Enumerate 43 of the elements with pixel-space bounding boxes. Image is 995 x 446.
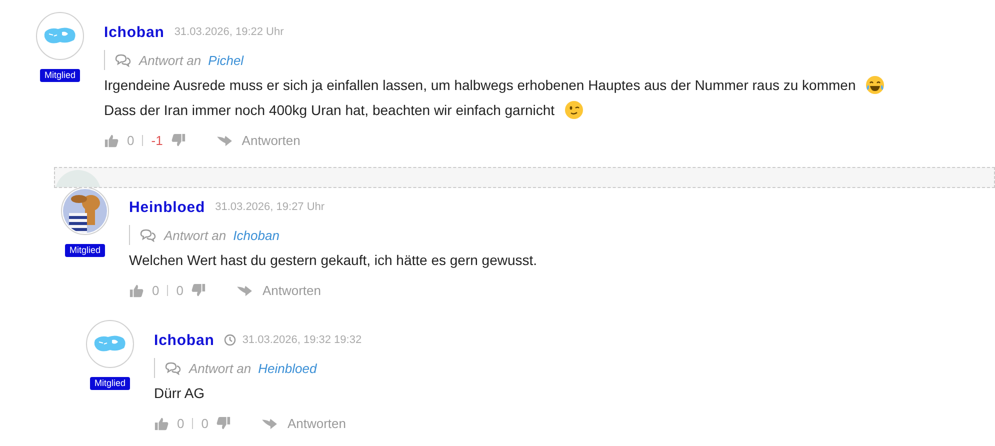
comment-text: Dürr AG bbox=[154, 384, 205, 400]
speech-bubbles-icon bbox=[164, 361, 182, 375]
reply-to-label: Antwort an bbox=[164, 228, 226, 242]
dislike-count: -1 bbox=[151, 132, 163, 148]
like-count: 0 bbox=[177, 416, 184, 430]
member-badge: Mitglied bbox=[40, 69, 80, 82]
reply-to-link[interactable]: Ichoban bbox=[233, 228, 280, 242]
comment-text: Irgendeine Ausrede muss er sich ja einfallen lassen, um halbwegs erhobenen Hauptes aus der Nummer raus zu kommen bbox=[104, 76, 856, 92]
reply-button[interactable]: Antworten bbox=[216, 132, 300, 148]
reply-to-label: Antwort an bbox=[139, 52, 202, 68]
reply-arrow-icon bbox=[216, 134, 233, 146]
member-badge: Mitglied bbox=[90, 377, 130, 390]
reply-to-link[interactable]: Heinbloed bbox=[258, 360, 317, 376]
author-link[interactable]: Ichoban bbox=[104, 24, 164, 40]
like-count: 0 bbox=[127, 132, 134, 148]
comment-time: 31.03.2026, 19:32 19:32 bbox=[242, 334, 362, 346]
reply-button[interactable]: Antworten bbox=[236, 282, 322, 298]
laughing-emoji-icon bbox=[864, 74, 885, 94]
winking-emoji-icon bbox=[564, 100, 584, 120]
reply-button[interactable]: Antworten bbox=[261, 416, 346, 430]
author-link[interactable]: Heinbloed bbox=[129, 198, 206, 216]
comment-text: Welchen Wert hast du gestern gekauft, ich hätte es gern gewusst. bbox=[129, 252, 538, 268]
thumbs-down-icon[interactable] bbox=[191, 282, 206, 298]
thumbs-down-icon[interactable] bbox=[216, 416, 232, 430]
reply-arrow-icon bbox=[236, 284, 254, 296]
thumbs-up-icon[interactable] bbox=[129, 282, 144, 298]
dislike-count: 0 bbox=[176, 282, 184, 298]
reply-to-link[interactable]: Pichel bbox=[208, 52, 244, 68]
speech-bubbles-icon bbox=[139, 228, 157, 242]
member-badge: Mitglied bbox=[65, 244, 104, 257]
like-count: 0 bbox=[152, 282, 160, 298]
comment-time: 31.03.2026, 19:27 Uhr bbox=[215, 201, 325, 213]
thumbs-up-icon[interactable] bbox=[104, 132, 119, 148]
reply-arrow-icon bbox=[261, 416, 278, 430]
reply-to-label: Antwort an bbox=[189, 360, 252, 376]
comment-time: 31.03.2026, 19:22 Uhr bbox=[174, 26, 284, 38]
thumbs-up-icon[interactable] bbox=[154, 416, 169, 430]
dislike-count: 0 bbox=[201, 416, 208, 430]
clock-icon bbox=[224, 334, 236, 346]
speech-bubbles-icon bbox=[114, 53, 132, 67]
author-link[interactable]: Ichoban bbox=[154, 332, 214, 348]
thumbs-down-icon[interactable] bbox=[170, 132, 186, 148]
comment-text: Dass der Iran immer noch 400kg Uran hat, beachten wir einfach garnicht bbox=[104, 102, 555, 118]
